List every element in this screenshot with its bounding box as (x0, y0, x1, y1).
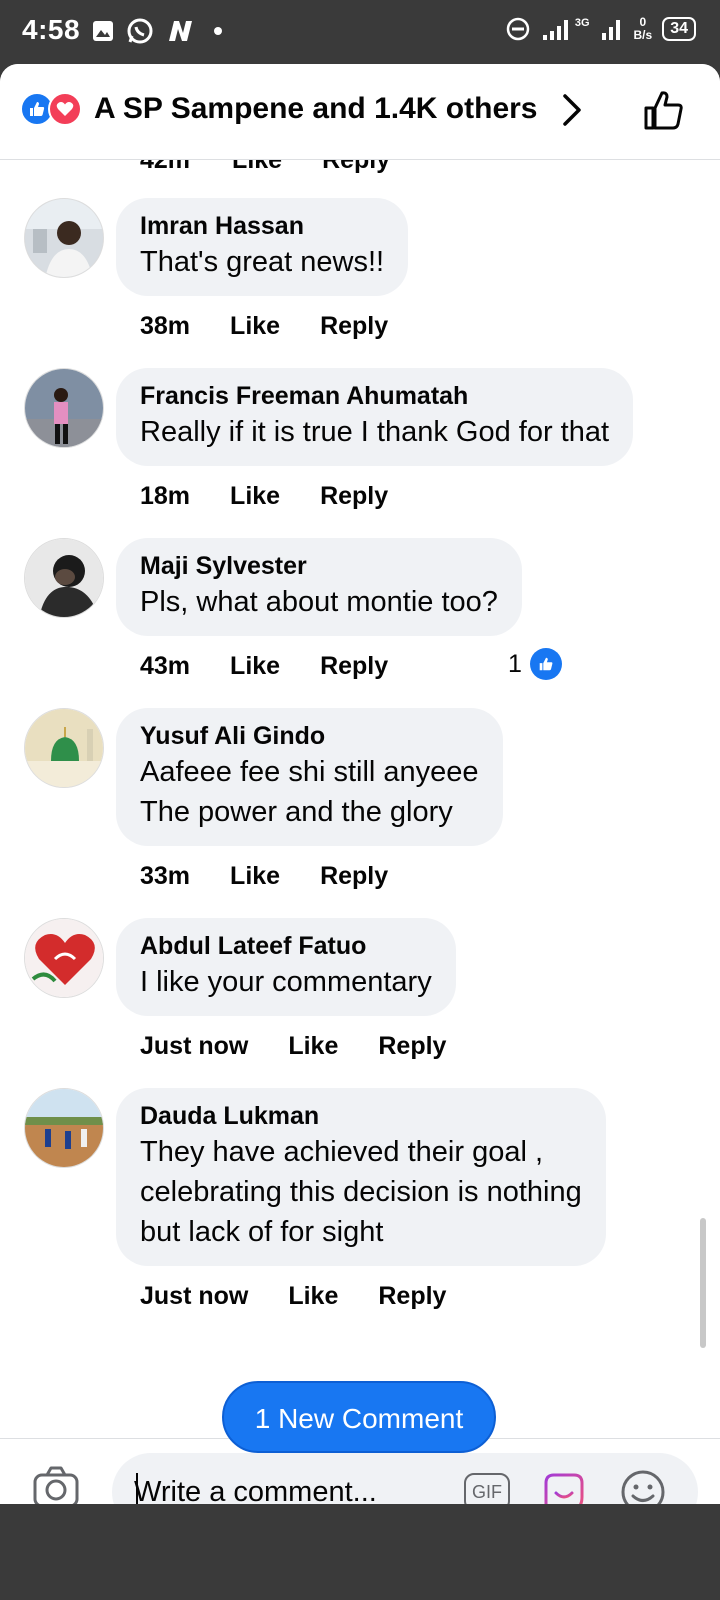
status-indicators: 3G 0 B/s 34 (505, 16, 696, 42)
like-link[interactable]: Like (288, 1032, 338, 1061)
comment-actions: 43m Like Reply (140, 652, 388, 681)
comment-text: I like your commentary (140, 966, 432, 998)
reply-link[interactable]: Reply (320, 862, 388, 891)
comment-bubble[interactable]: Yusuf Ali Gindo Aafeee fee shi still any… (116, 708, 503, 846)
comment-actions: Just now Like Reply (140, 1282, 446, 1311)
comment-bubble[interactable]: Maji Sylvester Pls, what about montie to… (116, 538, 522, 636)
thumbs-up-icon[interactable] (642, 88, 686, 132)
like-link[interactable]: Like (232, 160, 282, 175)
reaction-count[interactable]: 1 (508, 648, 562, 680)
like-reaction-icon (529, 648, 562, 680)
signal-icon (542, 20, 568, 40)
commenter-name[interactable]: Abdul Lateef Fatuo (140, 930, 432, 962)
gif-button[interactable]: GIF (464, 1473, 510, 1504)
like-link[interactable]: Like (230, 482, 280, 511)
news-app-icon (169, 21, 192, 41)
like-link[interactable]: Like (230, 312, 280, 341)
comment-text: They have achieved their goal , celebrat… (140, 1136, 582, 1248)
reactors-summary[interactable]: A SP Sampene and 1.4K others (94, 92, 537, 126)
comment-bubble[interactable]: Imran Hassan That's great news!! (116, 198, 409, 296)
text-caret (136, 1473, 138, 1504)
love-reaction-icon (48, 92, 82, 126)
comment-time: 18m (140, 482, 191, 510)
comment-text: Really if it is true I thank God for tha… (140, 416, 610, 448)
reply-link[interactable]: Reply (378, 1282, 446, 1311)
commenter-name[interactable]: Francis Freeman Ahumatah (140, 380, 609, 412)
whatsapp-icon (127, 18, 153, 44)
commenter-name[interactable]: Maji Sylvester (140, 550, 498, 582)
avatar[interactable] (24, 538, 104, 618)
network-type: 3G (574, 17, 590, 29)
avatar[interactable] (24, 1088, 104, 1168)
comment-bubble[interactable]: Francis Freeman Ahumatah Really if it is… (116, 368, 634, 466)
like-link[interactable]: Like (288, 1282, 338, 1311)
comment-actions: Just now Like Reply (140, 1032, 446, 1061)
network-speed: 0 B/s (633, 15, 653, 42)
reply-link[interactable]: Reply (320, 312, 388, 341)
comment-time: Just now (140, 1282, 249, 1310)
battery-indicator: 34 (662, 17, 696, 41)
reply-link[interactable]: Reply (322, 160, 390, 175)
comments-sheet: A SP Sampene and 1.4K others 42m Like Re… (0, 64, 720, 1504)
emoji-icon[interactable] (618, 1467, 668, 1504)
commenter-name[interactable]: Imran Hassan (140, 210, 384, 242)
comments-list[interactable]: 42m Like Reply Imran Hassan That's great… (0, 160, 720, 1470)
comment-time: 43m (140, 652, 191, 680)
status-bar: 4:58 3G 0 B/s 34 (0, 0, 720, 64)
comment-actions: 33m Like Reply (140, 862, 388, 891)
reply-link[interactable]: Reply (320, 482, 388, 511)
comment-time: 33m (140, 862, 191, 890)
previous-comment-actions: 42m Like Reply (140, 160, 390, 175)
chevron-right-icon[interactable] (560, 92, 584, 128)
like-link[interactable]: Like (230, 862, 280, 891)
status-time: 4:58 (22, 14, 81, 45)
avatar[interactable] (24, 918, 104, 998)
comment-text: That's great news!! (140, 246, 385, 278)
commenter-name[interactable]: Yusuf Ali Gindo (140, 720, 479, 752)
signal-icon-2 (601, 20, 620, 40)
comment-text: Aafeee fee shi still anyeee The power an… (140, 756, 479, 828)
comment-input-wrapper[interactable]: GIF (112, 1453, 698, 1504)
scrollbar[interactable] (700, 1218, 706, 1348)
comment-bubble[interactable]: Dauda Lukman They have achieved their go… (116, 1088, 606, 1266)
more-notifications-dot (214, 27, 222, 35)
sticker-icon[interactable] (540, 1469, 588, 1504)
camera-icon[interactable] (32, 1465, 80, 1504)
avatar[interactable] (24, 708, 104, 788)
new-comment-button[interactable]: 1 New Comment (222, 1381, 496, 1453)
reaction-icons (20, 92, 82, 126)
commenter-name[interactable]: Dauda Lukman (140, 1100, 582, 1132)
avatar[interactable] (24, 198, 104, 278)
comment-input[interactable] (134, 1470, 434, 1504)
comment-time: Just now (140, 1032, 249, 1060)
gallery-icon (93, 21, 113, 41)
comment-actions: 38m Like Reply (140, 312, 388, 341)
notification-icons (92, 17, 222, 45)
comment-time: 38m (140, 312, 191, 340)
do-not-disturb-icon (506, 17, 530, 41)
reply-link[interactable]: Reply (378, 1032, 446, 1061)
reply-link[interactable]: Reply (320, 652, 388, 681)
avatar[interactable] (24, 368, 104, 448)
reactions-header[interactable]: A SP Sampene and 1.4K others (0, 64, 720, 160)
reaction-count-value: 1 (508, 649, 522, 678)
comment-time: 42m (140, 160, 191, 174)
like-link[interactable]: Like (230, 652, 280, 681)
comment-bubble[interactable]: Abdul Lateef Fatuo I like your commentar… (116, 918, 456, 1016)
comment-actions: 18m Like Reply (140, 482, 388, 511)
comment-text: Pls, what about montie too? (140, 586, 498, 618)
